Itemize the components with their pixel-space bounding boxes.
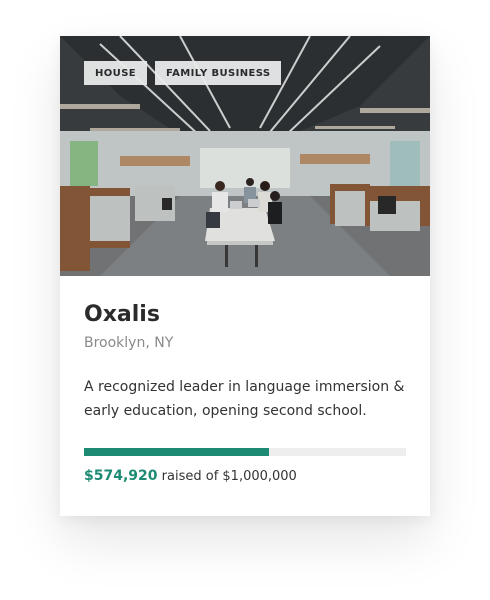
tag-family-business[interactable]: FAMILY BUSINESS bbox=[155, 61, 282, 85]
office-photo: HOUSE FAMILY BUSINESS bbox=[60, 36, 430, 276]
tag-list: HOUSE FAMILY BUSINESS bbox=[84, 61, 282, 85]
raised-goal-text: raised of $1,000,000 bbox=[161, 469, 297, 484]
funding-progress-fill bbox=[84, 448, 270, 456]
card-title[interactable]: Oxalis bbox=[84, 300, 406, 330]
page: HOUSE FAMILY BUSINESS Oxalis Brooklyn, N… bbox=[0, 0, 490, 600]
card-location: Brooklyn, NY bbox=[84, 335, 174, 351]
funding-summary: $574,920 raised of $1,000,000 bbox=[84, 467, 406, 486]
raised-amount: $574,920 bbox=[84, 468, 158, 484]
card-description: A recognized leader in language immersio… bbox=[84, 379, 405, 419]
card-body: Oxalis Brooklyn, NY A recognized leader … bbox=[60, 276, 430, 486]
campaign-card[interactable]: HOUSE FAMILY BUSINESS Oxalis Brooklyn, N… bbox=[60, 36, 430, 516]
funding-progress-bar bbox=[84, 448, 406, 456]
tag-house[interactable]: HOUSE bbox=[84, 61, 148, 85]
